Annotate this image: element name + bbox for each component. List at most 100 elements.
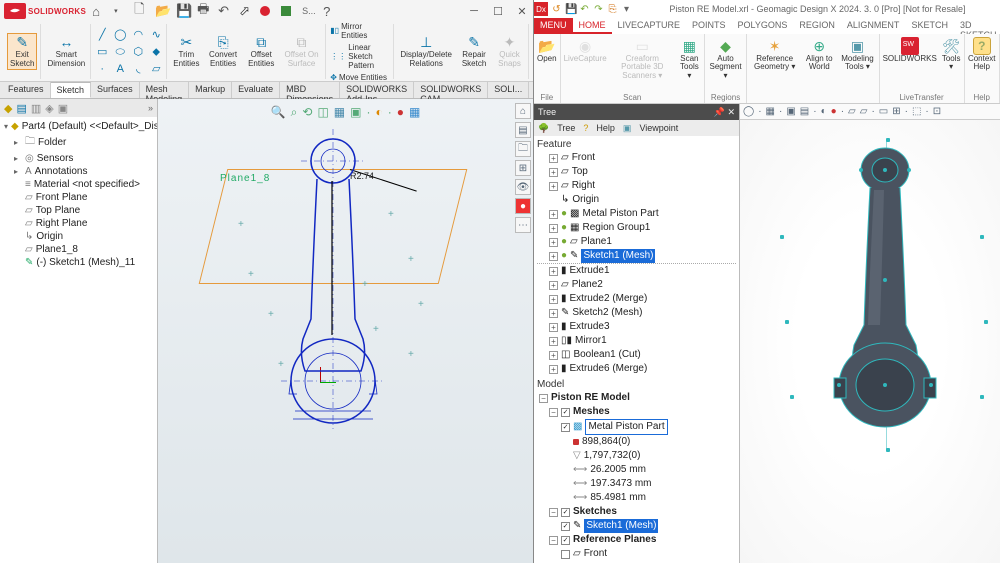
gx-menu-button[interactable]: MENU bbox=[534, 18, 573, 34]
repair-sketch-button[interactable]: ✎Repair Sketch bbox=[457, 34, 491, 69]
scan-tools-button[interactable]: ▦Scan Tools ▾ bbox=[677, 36, 702, 81]
offset-on-surface-button[interactable]: ⧉Offset On Surface bbox=[281, 34, 323, 69]
options-icon[interactable] bbox=[281, 4, 295, 18]
tree-tab-icon[interactable]: 🌳 bbox=[538, 123, 549, 134]
tab-mbd-dimensions[interactable]: MBD Dimensions bbox=[280, 82, 340, 98]
tab-polygons[interactable]: POLYGONS bbox=[732, 18, 794, 34]
tab-livecapture[interactable]: LIVECAPTURE bbox=[612, 18, 687, 34]
tab-sketch[interactable]: SKETCH bbox=[905, 18, 954, 34]
close-icon[interactable]: ✕ bbox=[515, 4, 529, 18]
sketch-shape-grid[interactable]: ╱◯◠∿ ▭⬭⬡⬥ ·A◟▱ bbox=[95, 28, 163, 76]
tree-item: ▱Front Plane bbox=[2, 191, 155, 204]
minimize-icon[interactable]: ─ bbox=[467, 4, 481, 18]
open-button[interactable]: 📂Open bbox=[536, 36, 558, 64]
sw-task-pane[interactable]: ⌂▤🗀 ⊞👁●⋯ bbox=[515, 103, 531, 233]
vt-icon: ▣ bbox=[786, 106, 795, 117]
mesh-stat: 197.3473 mm bbox=[590, 477, 651, 491]
tab-region[interactable]: REGION bbox=[793, 18, 841, 34]
mesh-stat: 85.4981 mm bbox=[590, 491, 646, 505]
fm-tab-config-icon[interactable]: ▥ bbox=[31, 102, 41, 115]
reference-geometry-button[interactable]: ✶Reference Geometry ▾ bbox=[749, 36, 800, 73]
viewpoint-tab-icon[interactable]: ▣ bbox=[623, 123, 632, 134]
viewpoint-tab[interactable]: Viewpoint bbox=[639, 123, 678, 133]
mirror-entities-button[interactable]: ▮▯Mirror Entities bbox=[330, 22, 390, 40]
gx-view-toolbar[interactable]: ◯·▦· ▣▤· ◐●· ▱▱· ▭⊞· ⬚·⊡ bbox=[740, 104, 1000, 120]
qat-redo-icon[interactable]: ↷ bbox=[593, 4, 604, 15]
save-icon[interactable]: 💾 bbox=[176, 4, 190, 18]
tab-surfaces[interactable]: Surfaces bbox=[91, 82, 140, 98]
rebuild-icon[interactable] bbox=[260, 4, 274, 18]
smart-dimension-button[interactable]: ↔Smart Dimension bbox=[45, 34, 87, 69]
solidworks-transfer-button[interactable]: SOLIDWORKS bbox=[882, 36, 938, 64]
tab-sw-addins[interactable]: SOLIDWORKS Add-Ins bbox=[340, 82, 414, 98]
new-icon[interactable]: 🗋 bbox=[134, 4, 148, 18]
fm-expand-icon[interactable]: » bbox=[148, 103, 153, 113]
tab-overflow1[interactable]: SOLI... bbox=[488, 82, 529, 98]
gx-tree-header: Tree📌 ✕ bbox=[534, 104, 739, 120]
fm-tab-property-icon[interactable]: ▤ bbox=[16, 102, 26, 115]
pin-icon[interactable]: 📌 ✕ bbox=[714, 107, 735, 118]
open-icon[interactable]: 📂 bbox=[155, 4, 169, 18]
undo-icon[interactable]: ↶ bbox=[218, 4, 232, 18]
zoom-area-icon: ⌕ bbox=[291, 105, 298, 120]
select-icon[interactable]: ⬀ bbox=[239, 4, 253, 18]
creaform-scanners-button: ▭Creaform Portable 3D Scanners ▾ bbox=[611, 36, 674, 81]
linear-pattern-button[interactable]: ⋮⋮Linear Sketch Pattern bbox=[330, 43, 390, 70]
tab-sketch[interactable]: Sketch bbox=[51, 82, 92, 98]
modeling-tools-button[interactable]: ▣Modeling Tools ▾ bbox=[838, 36, 876, 73]
solidworks-logo-icon bbox=[4, 3, 26, 19]
maximize-icon[interactable]: ☐ bbox=[491, 4, 505, 18]
tab-features[interactable]: Features bbox=[2, 82, 51, 98]
qat-drop-icon[interactable]: ▾ bbox=[621, 4, 632, 15]
arc-icon: ◠ bbox=[131, 28, 145, 42]
tab-home[interactable]: HOME bbox=[573, 18, 612, 34]
context-help-button[interactable]: ?Context Help bbox=[967, 36, 998, 73]
home-icon[interactable]: ⌂ bbox=[92, 4, 106, 18]
search-label[interactable]: S... bbox=[302, 4, 316, 18]
move-entities-button[interactable]: ✥Move Entities bbox=[330, 73, 387, 82]
fm-tab-display-icon[interactable]: ▣ bbox=[58, 102, 68, 115]
lt-tools-button[interactable]: 🛠Tools ▾ bbox=[941, 36, 962, 73]
print-icon[interactable]: 🖶 bbox=[197, 4, 211, 18]
offset-entities-button[interactable]: ⧉Offset Entities bbox=[245, 34, 278, 69]
help-icon[interactable]: ? bbox=[323, 4, 337, 18]
tree-item: ▱Top Plane bbox=[2, 204, 155, 217]
tree-item: ≡Material <not specified> bbox=[2, 178, 155, 191]
fm-tab-dim-icon[interactable]: ◈ bbox=[45, 102, 53, 115]
qat-reset-icon[interactable]: ↺ bbox=[551, 4, 562, 15]
qat-cmd-icon[interactable]: ⎘ bbox=[607, 4, 618, 15]
sw-fm-tree[interactable]: ▾◆Part4 (Default) <<Default>_Display S ▸… bbox=[0, 117, 157, 563]
tree-tab[interactable]: Tree bbox=[557, 123, 575, 133]
gx-3d-viewport[interactable] bbox=[740, 120, 1000, 563]
align-to-world-button[interactable]: ⊕Align to World bbox=[803, 36, 835, 73]
sw-graphics-area[interactable]: 🔍⌕⟲ ◫▦ ▣· ◐· ● ▦ ⌂▤🗀 ⊞👁●⋯ Plane1_8 R2.74… bbox=[158, 99, 533, 563]
tree-item: ▱Right Plane bbox=[2, 217, 155, 230]
trim-entities-button[interactable]: ✂Trim Entities bbox=[171, 34, 201, 69]
tab-points[interactable]: POINTS bbox=[686, 18, 732, 34]
qat-undo-icon[interactable]: ↶ bbox=[579, 4, 590, 15]
tab-markup[interactable]: Markup bbox=[189, 82, 232, 98]
display-delete-relations-button[interactable]: ⊥Display/Delete Relations bbox=[398, 34, 454, 69]
help-tab-icon[interactable]: ? bbox=[583, 123, 588, 133]
tab-3dsketch[interactable]: 3D SKETCH bbox=[954, 18, 1000, 34]
quick-snaps-button[interactable]: ✦Quick Snaps bbox=[494, 34, 525, 69]
tab-mesh-modeling[interactable]: Mesh Modeling bbox=[140, 82, 190, 98]
sw-ribbon: ✎Exit Sketch ↔Smart Dimension ╱◯◠∿ ▭⬭⬡⬥ … bbox=[0, 22, 533, 82]
home-drop-icon[interactable] bbox=[113, 4, 127, 18]
gx-feature-tree[interactable]: Feature +▱Front +▱Top +▱Right ↳Origin +●… bbox=[534, 136, 739, 563]
convert-entities-button[interactable]: ⎘Convert Entities bbox=[204, 34, 241, 69]
tab-evaluate[interactable]: Evaluate bbox=[232, 82, 280, 98]
help-tab[interactable]: Help bbox=[596, 123, 615, 133]
fm-tab-tree-icon[interactable]: ◆ bbox=[4, 102, 12, 115]
tree-item: ▸🗀Folder bbox=[2, 133, 155, 152]
rect-icon: ▭ bbox=[95, 45, 109, 59]
tab-sw-cam[interactable]: SOLIDWORKS CAM bbox=[414, 82, 488, 98]
gx-appmenu-icon[interactable]: Dx bbox=[534, 2, 548, 16]
tree-item: ▸AAnnotations bbox=[2, 165, 155, 178]
exit-sketch-button[interactable]: ✎Exit Sketch bbox=[7, 33, 37, 70]
qat-save-icon[interactable]: 💾 bbox=[565, 4, 576, 15]
auto-segment-button[interactable]: ◆Auto Segment ▾ bbox=[707, 36, 744, 81]
tab-alignment[interactable]: ALIGNMENT bbox=[841, 18, 906, 34]
view-orient-icon: ▦ bbox=[334, 105, 345, 120]
hide-show-icon: ◐ bbox=[375, 105, 382, 120]
